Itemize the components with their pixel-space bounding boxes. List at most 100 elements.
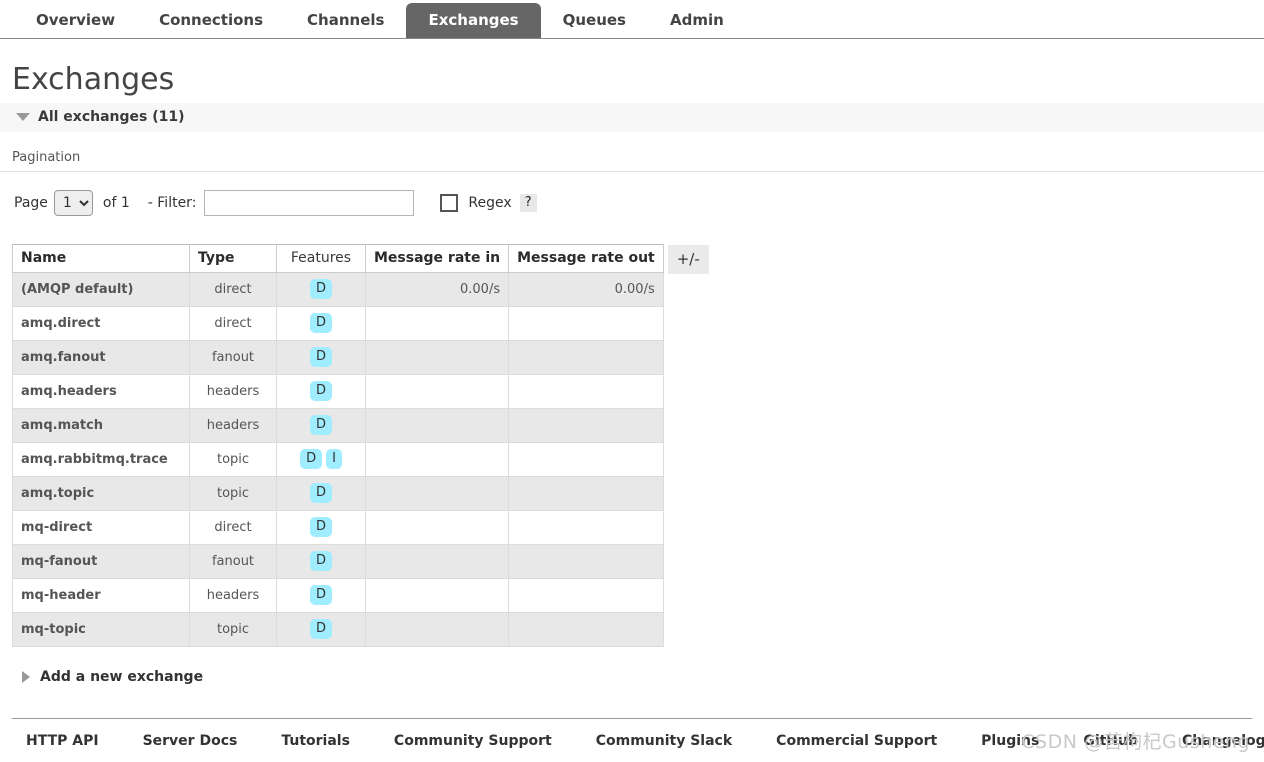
footer-link-http-api[interactable]: HTTP API [26, 733, 99, 749]
exchanges-table-wrapper: Name Type Features Message rate in Message r… [12, 244, 1252, 647]
feature-badge-d[interactable]: D [309, 483, 332, 503]
all-exchanges-section-bar[interactable]: All exchanges (11) [0, 103, 1264, 132]
tab-admin[interactable]: Admin [648, 3, 746, 38]
table-row[interactable]: amq.match headers D [12, 408, 664, 443]
message-rate-out-cell [508, 476, 664, 511]
triangle-down-icon[interactable] [16, 113, 30, 121]
exchanges-table: Name Type Features Message rate in Message r… [12, 244, 664, 647]
pagination-heading: Pagination [0, 132, 1264, 172]
exchange-features-cell: DI [276, 442, 366, 477]
column-header-name[interactable]: Name [12, 244, 190, 273]
feature-badge-d[interactable]: D [309, 619, 332, 639]
table-row[interactable]: amq.topic topic D [12, 476, 664, 511]
feature-badge-d[interactable]: D [309, 313, 332, 333]
exchange-features-cell: D [276, 612, 366, 647]
exchange-type-cell: headers [189, 578, 277, 613]
message-rate-out-cell [508, 442, 664, 477]
page-select[interactable]: 1 [53, 190, 93, 216]
column-header-message-rate-out[interactable]: Message rate out [508, 244, 664, 273]
table-row[interactable]: amq.rabbitmq.trace topic D I [12, 442, 664, 477]
page-title: Exchanges [12, 62, 175, 97]
exchange-name-cell[interactable]: (AMQP default) [12, 272, 190, 307]
footer-link-changelog[interactable]: Changelog [1182, 733, 1264, 749]
exchange-name-cell[interactable]: mq-fanout [12, 544, 190, 579]
feature-badge-d[interactable]: D [309, 585, 332, 605]
footer-link-tutorials[interactable]: Tutorials [281, 733, 350, 749]
table-row[interactable]: (AMQP default) direct D 0.00/s 0.00/s [12, 272, 664, 307]
table-row[interactable]: amq.fanout fanout D [12, 340, 664, 375]
column-header-features[interactable]: Features [276, 244, 366, 273]
exchange-name-cell[interactable]: amq.match [12, 408, 190, 443]
feature-badge-d[interactable]: D [309, 517, 332, 537]
message-rate-out-cell [508, 544, 664, 579]
regex-checkbox[interactable] [440, 194, 459, 212]
exchange-features-cell: D [276, 510, 366, 545]
feature-badge-d[interactable]: D [300, 449, 323, 469]
nav-tab-item: Admin [648, 3, 746, 38]
footer-link-github[interactable]: GitHub [1083, 733, 1138, 749]
table-row[interactable]: mq-fanout fanout D [12, 544, 664, 579]
exchange-name-cell[interactable]: amq.rabbitmq.trace [12, 442, 190, 477]
tab-channels[interactable]: Channels [285, 3, 406, 38]
exchange-name-cell[interactable]: amq.direct [12, 306, 190, 341]
column-header-type[interactable]: Type [189, 244, 277, 273]
exchange-name-cell[interactable]: amq.topic [12, 476, 190, 511]
feature-badge-d[interactable]: D [309, 381, 332, 401]
footer-link-community-slack[interactable]: Community Slack [596, 733, 732, 749]
exchange-type-cell: direct [189, 510, 277, 545]
nav-tab-item: Connections [137, 3, 285, 38]
exchange-name-cell[interactable]: mq-header [12, 578, 190, 613]
filter-label: - Filter: [147, 195, 197, 211]
exchange-type-cell: fanout [189, 544, 277, 579]
message-rate-in-cell [364, 442, 510, 477]
exchange-name-cell[interactable]: mq-topic [12, 612, 190, 647]
footer-link-community-support[interactable]: Community Support [394, 733, 552, 749]
exchanges-table-body: (AMQP default) direct D 0.00/s 0.00/s amq.dir… [12, 272, 664, 647]
nav-tab-item: Overview [14, 3, 137, 38]
column-header-message-rate-in[interactable]: Message rate in [364, 244, 510, 273]
table-row[interactable]: mq-topic topic D [12, 612, 664, 647]
message-rate-out-cell: 0.00/s [508, 272, 664, 307]
exchange-name-cell[interactable]: mq-direct [12, 510, 190, 545]
filter-input[interactable] [204, 190, 415, 216]
message-rate-out-cell [508, 510, 664, 545]
feature-badge-i[interactable]: I [326, 449, 342, 469]
feature-badge-d[interactable]: D [309, 415, 332, 435]
all-exchanges-label[interactable]: All exchanges (11) [38, 109, 185, 125]
footer-links: HTTP API Server Docs Tutorials Community Su… [12, 718, 1264, 762]
exchange-features-cell: D [276, 476, 366, 511]
add-exchange-label[interactable]: Add a new exchange [40, 669, 203, 685]
table-row[interactable]: mq-direct direct D [12, 510, 664, 545]
message-rate-in-cell [364, 612, 510, 647]
table-row[interactable]: mq-header headers D [12, 578, 664, 613]
feature-badge-d[interactable]: D [309, 347, 332, 367]
feature-badge-d[interactable]: D [309, 279, 332, 299]
triangle-right-icon[interactable] [22, 671, 30, 683]
table-row[interactable]: amq.headers headers D [12, 374, 664, 409]
message-rate-out-cell [508, 306, 664, 341]
add-exchange-section[interactable]: Add a new exchange [12, 669, 1252, 685]
page-total-label: of 1 [102, 195, 130, 211]
toggle-columns-button[interactable]: +/- [667, 245, 709, 274]
footer-link-server-docs[interactable]: Server Docs [143, 733, 238, 749]
message-rate-out-cell [508, 408, 664, 443]
table-row[interactable]: amq.direct direct D [12, 306, 664, 341]
regex-label: Regex [468, 195, 512, 211]
tab-overview[interactable]: Overview [14, 3, 137, 38]
message-rate-out-cell [508, 340, 664, 375]
footer-link-commercial-support[interactable]: Commercial Support [776, 733, 937, 749]
exchange-name-cell[interactable]: amq.fanout [12, 340, 190, 375]
exchange-name-cell[interactable]: amq.headers [12, 374, 190, 409]
message-rate-in-cell [364, 510, 510, 545]
exchange-type-cell: direct [189, 306, 277, 341]
page-content: Exchanges All exchanges (11) Pagination … [0, 62, 1264, 685]
table-header-row: Name Type Features Message rate in Message r… [12, 244, 664, 273]
footer-link-plugins[interactable]: Plugins [981, 733, 1039, 749]
message-rate-in-cell [364, 306, 510, 341]
exchange-features-cell: D [276, 340, 366, 375]
regex-help-button[interactable]: ? [519, 194, 537, 212]
tab-exchanges[interactable]: Exchanges [406, 3, 541, 38]
tab-connections[interactable]: Connections [137, 3, 285, 38]
tab-queues[interactable]: Queues [541, 3, 648, 38]
feature-badge-d[interactable]: D [309, 551, 332, 571]
